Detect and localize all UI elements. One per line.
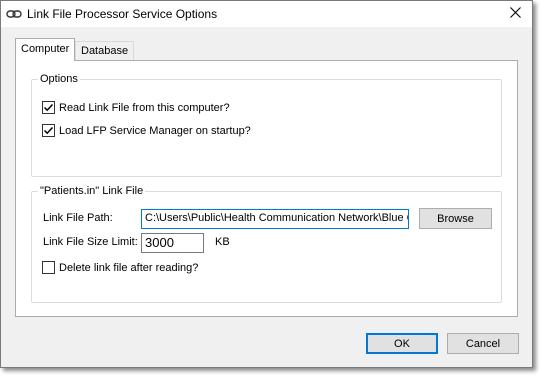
- link-file-size-label: Link File Size Limit:: [43, 236, 138, 248]
- link-file-size-input[interactable]: 3000: [141, 233, 204, 253]
- browse-button[interactable]: Browse: [419, 208, 492, 229]
- size-unit-label: KB: [215, 236, 230, 248]
- read-link-file-checkbox[interactable]: [42, 101, 55, 114]
- ok-button[interactable]: OK: [366, 333, 438, 354]
- read-link-file-option[interactable]: Read Link File from this computer?: [42, 101, 230, 114]
- computer-tab-panel: Options Read Link File from this compute…: [15, 60, 518, 317]
- window-title: Link File Processor Service Options: [27, 7, 218, 21]
- close-button[interactable]: [498, 1, 532, 27]
- checkmark-icon: [43, 126, 54, 135]
- cancel-button[interactable]: Cancel: [447, 333, 519, 354]
- options-dialog: Link File Processor Service Options Comp…: [0, 0, 533, 368]
- link-icon: [6, 7, 22, 21]
- link-file-group: "Patients.in" Link File Link File Path: …: [31, 185, 502, 303]
- cancel-button-label: Cancel: [465, 337, 501, 350]
- checkmark-icon: [43, 103, 54, 112]
- link-file-path-input[interactable]: C:\Users\Public\Health Communication Net…: [141, 209, 409, 229]
- ok-button-label: OK: [394, 337, 410, 350]
- tab-database[interactable]: Database: [75, 41, 135, 61]
- read-link-file-label: Read Link File from this computer?: [59, 101, 230, 114]
- delete-link-file-option[interactable]: Delete link file after reading?: [42, 261, 198, 274]
- link-file-path-label: Link File Path:: [43, 212, 113, 224]
- tab-computer[interactable]: Computer: [15, 38, 76, 61]
- options-group: Options Read Link File from this compute…: [31, 73, 502, 177]
- options-group-title: Options: [38, 73, 80, 85]
- browse-button-label: Browse: [437, 212, 474, 225]
- delete-link-file-label: Delete link file after reading?: [59, 261, 199, 274]
- load-service-manager-label: Load LFP Service Manager on startup?: [59, 124, 251, 137]
- delete-link-file-checkbox[interactable]: [42, 261, 55, 274]
- link-file-group-title: "Patients.in" Link File: [38, 185, 146, 197]
- close-icon: [509, 7, 521, 21]
- title-bar[interactable]: Link File Processor Service Options: [1, 1, 532, 27]
- load-service-manager-option[interactable]: Load LFP Service Manager on startup?: [42, 124, 251, 137]
- load-service-manager-checkbox[interactable]: [42, 124, 55, 137]
